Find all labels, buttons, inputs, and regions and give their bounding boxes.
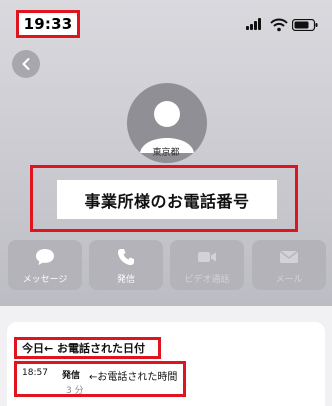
- call-type: 発信: [62, 371, 81, 381]
- call-entry-highlight: 18:57 発信 ←お電話された時間 3 分: [14, 361, 186, 397]
- contact-name: 事業所様のお電話番号: [84, 191, 250, 211]
- call-history-card: 今日 ← お電話された日付 18:57 発信 ←お電話された時間 3 分: [7, 322, 325, 406]
- video-call-label: ビデオ通話: [184, 275, 230, 285]
- chevron-left-icon: [22, 58, 30, 70]
- contact-location: 東京都: [152, 148, 180, 158]
- call-button[interactable]: 発信: [89, 240, 163, 290]
- status-time-highlight: 19:33: [16, 10, 80, 38]
- mail-icon: [280, 250, 298, 263]
- call-duration: 3 分: [66, 386, 84, 396]
- contact-actions: メッセージ 発信 ビデオ通話 メール: [8, 240, 326, 290]
- message-label: メッセージ: [22, 275, 68, 285]
- wifi-icon: [270, 18, 288, 32]
- call-time: 18:57: [22, 368, 48, 378]
- back-button[interactable]: [12, 50, 40, 78]
- message-button[interactable]: メッセージ: [8, 240, 82, 290]
- cellular-signal-icon: [246, 18, 264, 32]
- mail-label: メール: [275, 275, 303, 285]
- battery-icon: [292, 19, 318, 31]
- mail-button[interactable]: メール: [252, 240, 326, 290]
- phone-icon: [118, 249, 134, 265]
- message-icon: [36, 249, 54, 265]
- status-time: 19:33: [23, 15, 73, 33]
- video-icon: [198, 252, 216, 262]
- call-date: 今日: [22, 342, 44, 355]
- status-icons: [246, 18, 318, 32]
- call-date-highlight: 今日 ← お電話された日付: [14, 337, 161, 359]
- video-call-button[interactable]: ビデオ通話: [170, 240, 244, 290]
- call-time-annotation: ←お電話された時間: [89, 372, 178, 383]
- contact-name-plate: 事業所様のお電話番号: [57, 180, 277, 219]
- contact-header: 19:33 東京都 事業所様のお電話番号 メッセージ 発信 ビデオ通話 メール: [0, 0, 332, 306]
- call-label: 発信: [116, 275, 135, 285]
- call-date-annotation: ← お電話された日付: [44, 342, 146, 355]
- contact-name-highlight: 事業所様のお電話番号: [30, 165, 298, 232]
